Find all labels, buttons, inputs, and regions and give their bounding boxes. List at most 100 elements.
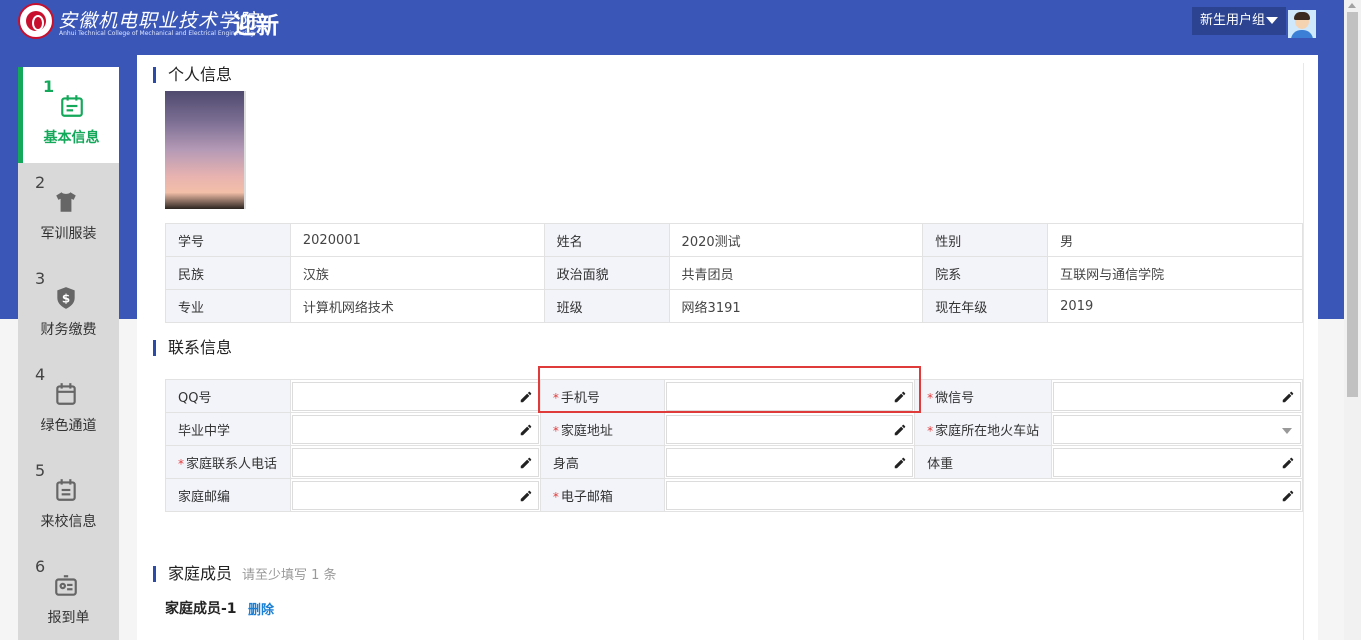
calendar-edit-icon [61, 95, 83, 117]
caret-down-icon [1266, 17, 1278, 24]
delete-member-link[interactable]: 删除 [248, 599, 274, 618]
pencil-icon [520, 457, 532, 468]
pencil-icon [1282, 457, 1294, 468]
email-label: * 电子邮箱 [539, 478, 666, 512]
pencil-icon [520, 391, 532, 402]
table-row: 毕业中学 * 家庭地址 * 家庭所在地火车站 [165, 412, 1303, 446]
personal-info-title: 个人信息 [153, 67, 232, 83]
home-station-select[interactable] [1053, 414, 1301, 444]
step-number: 3 [35, 269, 46, 288]
step-finance-payment[interactable]: 3 $ 财务缴费 [18, 259, 119, 355]
step-label: 军训服装 [40, 226, 97, 242]
step-basic-info[interactable]: 1 基本信息 [18, 67, 119, 163]
political-status-label: 政治面貌 [543, 256, 670, 290]
step-registration-form[interactable]: 6 报到单 [18, 547, 119, 640]
grade-value: 2019 [1047, 289, 1303, 323]
family-members-title: 家庭成员 请至少填写 1 条 [153, 566, 337, 583]
personal-info-table: 学号 2020001 姓名 2020测试 性别 男 民族 汉族 政治面貌 共青团… [165, 223, 1303, 323]
postcode-input[interactable] [291, 480, 539, 510]
dollar-shield-icon: $ [57, 287, 75, 309]
major-value: 计算机网络技术 [289, 289, 545, 323]
step-arrival-info[interactable]: 5 来校信息 [18, 451, 119, 547]
ethnicity-label: 民族 [165, 256, 291, 290]
table-row: 专业 计算机网络技术 班级 网络3191 现在年级 2019 [165, 289, 1303, 323]
home-contact-phone-label: * 家庭联系人电话 [165, 445, 291, 479]
pencil-icon [520, 424, 532, 435]
step-number: 6 [35, 557, 46, 576]
middle-school-input[interactable] [291, 414, 539, 444]
school-name: 安徽机电职业技术学院 [58, 10, 259, 32]
table-row: 学号 2020001 姓名 2020测试 性别 男 [165, 223, 1303, 257]
phone-field-highlight [538, 366, 921, 413]
step-green-channel[interactable]: 4 绿色通道 [18, 355, 119, 451]
wechat-label: * 微信号 [914, 379, 1053, 413]
pencil-icon [1282, 391, 1294, 402]
pencil-icon [1282, 490, 1294, 501]
family-member-title: 家庭成员-1 [165, 601, 237, 617]
class-value: 网络3191 [668, 289, 924, 323]
step-military-uniform[interactable]: 2 军训服装 [18, 163, 119, 259]
page-scrollbar[interactable] [1344, 0, 1361, 640]
step-number: 5 [35, 461, 46, 480]
name-value: 2020测试 [668, 223, 924, 257]
family-hint: 请至少填写 1 条 [242, 568, 337, 583]
step-label: 来校信息 [40, 514, 97, 530]
school-name-en: Anhui Technical College of Mechanical an… [59, 30, 254, 37]
class-label: 班级 [543, 289, 670, 323]
height-input[interactable] [666, 447, 914, 477]
step-sidebar: 1 基本信息 2 军训服装 3 $ 财务缴费 4 绿色通道 5 来校信息 6 报… [18, 67, 119, 640]
table-row: 家庭邮编 * 电子邮箱 [165, 478, 1303, 512]
student-id-value: 2020001 [289, 223, 545, 257]
home-contact-phone-input[interactable] [291, 447, 539, 477]
user-group-dropdown[interactable]: 新生用户组 [1192, 7, 1286, 35]
wechat-input[interactable] [1053, 381, 1301, 411]
middle-school-label: 毕业中学 [165, 412, 291, 446]
pencil-icon [520, 490, 532, 501]
avatar[interactable] [1288, 10, 1316, 38]
qq-label: QQ号 [165, 379, 291, 413]
pencil-icon [894, 424, 906, 435]
contact-info-title: 联系信息 [153, 340, 232, 356]
school-logo-icon [18, 3, 54, 39]
postcode-label: 家庭邮编 [165, 478, 291, 512]
scrollbar-thumb[interactable] [1347, 12, 1358, 397]
department-label: 院系 [922, 256, 1049, 290]
political-status-value: 共青团员 [668, 256, 924, 290]
grade-label: 现在年级 [922, 289, 1049, 323]
calendar-list-icon [56, 479, 76, 501]
user-group-label: 新生用户组 [1200, 13, 1266, 28]
major-label: 专业 [165, 289, 291, 323]
step-label: 财务缴费 [40, 322, 97, 338]
home-station-label: * 家庭所在地火车站 [914, 412, 1053, 446]
step-label: 基本信息 [43, 130, 100, 146]
scroll-up-icon[interactable] [1348, 3, 1356, 8]
table-row: 民族 汉族 政治面貌 共青团员 院系 互联网与通信学院 [165, 256, 1303, 290]
table-row: * 家庭联系人电话 身高 体重 [165, 445, 1303, 479]
step-label: 报到单 [47, 610, 90, 626]
height-label: 身高 [539, 445, 666, 479]
top-header: 安徽机电职业技术学院 Anhui Technical College of Me… [0, 0, 1344, 43]
student-id-label: 学号 [165, 223, 291, 257]
ethnicity-value: 汉族 [289, 256, 545, 290]
step-label: 绿色通道 [40, 418, 97, 434]
step-number: 2 [35, 173, 46, 192]
step-number: 4 [35, 365, 46, 384]
home-address-label: * 家庭地址 [539, 412, 666, 446]
weight-label: 体重 [914, 445, 1053, 479]
calendar-icon [56, 383, 76, 405]
gender-label: 性别 [922, 223, 1049, 257]
app-title: 迎新 [233, 13, 279, 39]
tshirt-icon [56, 192, 76, 212]
department-value: 互联网与通信学院 [1047, 256, 1303, 290]
id-card-icon [55, 575, 77, 596]
home-address-input[interactable] [666, 414, 914, 444]
email-input[interactable] [666, 480, 1301, 510]
weight-input[interactable] [1053, 447, 1301, 477]
svg-text:$: $ [62, 291, 70, 305]
main-content-card [137, 55, 1318, 640]
name-label: 姓名 [543, 223, 670, 257]
gender-value: 男 [1047, 223, 1303, 257]
qq-input[interactable] [291, 381, 539, 411]
pencil-icon [894, 457, 906, 468]
student-photo [165, 91, 246, 209]
